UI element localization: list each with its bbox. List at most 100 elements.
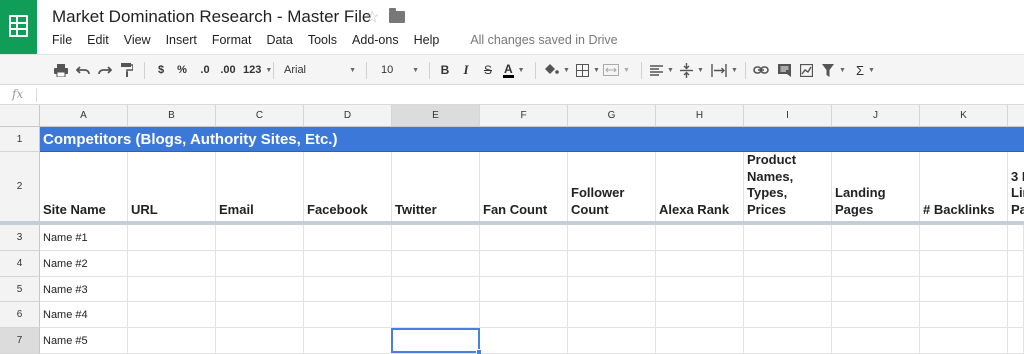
menu-help[interactable]: Help xyxy=(414,33,440,47)
grid-cell[interactable] xyxy=(832,277,920,302)
grid-cell[interactable] xyxy=(216,251,304,277)
grid-cell[interactable] xyxy=(1008,328,1024,354)
header-cell-url[interactable]: URL xyxy=(128,152,216,222)
grid-cell[interactable] xyxy=(128,302,216,328)
column-header-e[interactable]: E xyxy=(392,105,480,127)
grid-cell[interactable] xyxy=(744,302,832,328)
header-cell-facebook[interactable]: Facebook xyxy=(304,152,392,222)
paint-format-icon[interactable] xyxy=(118,59,136,81)
grid-cell[interactable] xyxy=(480,302,568,328)
font-family-dropdown[interactable]: Arial ▼ xyxy=(284,59,356,81)
header-cell-alexa-rank[interactable]: Alexa Rank xyxy=(656,152,744,222)
functions-dropdown[interactable]: Σ ▼ xyxy=(856,59,875,81)
sheets-logo-icon[interactable] xyxy=(0,0,37,54)
grid-cell[interactable] xyxy=(480,328,568,354)
column-header-d[interactable]: D xyxy=(304,105,392,127)
menu-addons[interactable]: Add-ons xyxy=(352,33,399,47)
undo-icon[interactable] xyxy=(74,59,92,81)
column-header-b[interactable]: B xyxy=(128,105,216,127)
filter-icon[interactable] xyxy=(819,59,837,81)
grid-cell[interactable] xyxy=(128,225,216,251)
grid-cell[interactable] xyxy=(1008,302,1024,328)
decrease-decimal-button[interactable]: .0 xyxy=(196,59,214,81)
grid-cell[interactable]: Name #3 xyxy=(40,277,128,302)
insert-comment-icon[interactable] xyxy=(775,59,793,81)
select-all-corner[interactable] xyxy=(0,105,40,127)
currency-format-button[interactable]: $ xyxy=(153,59,169,81)
column-header-h[interactable]: H xyxy=(656,105,744,127)
grid-cell[interactable] xyxy=(216,302,304,328)
column-header-j[interactable]: J xyxy=(832,105,920,127)
document-title[interactable]: Market Domination Research - Master File xyxy=(52,7,371,27)
formula-input[interactable] xyxy=(44,87,1014,103)
bold-button[interactable]: B xyxy=(437,59,453,81)
grid-cell[interactable] xyxy=(392,302,480,328)
grid-cell[interactable] xyxy=(656,251,744,277)
grid-cell[interactable] xyxy=(920,225,1008,251)
grid-cell[interactable] xyxy=(568,328,656,354)
grid-cell[interactable]: Name #1 xyxy=(40,225,128,251)
row-header-2[interactable]: 2 xyxy=(0,152,40,222)
banner-cell[interactable]: Competitors (Blogs, Authority Sites, Etc… xyxy=(40,127,1024,152)
fill-handle[interactable] xyxy=(476,349,482,354)
row-header-3[interactable]: 3 xyxy=(0,225,40,251)
vertical-align-dropdown[interactable]: ▼ xyxy=(680,59,704,81)
fill-color-dropdown[interactable]: ▼ xyxy=(543,59,570,81)
merge-cells-dropdown[interactable]: ▼ xyxy=(603,59,630,81)
grid-cell[interactable] xyxy=(1008,251,1024,277)
column-header-l[interactable] xyxy=(1008,105,1024,127)
grid-cell[interactable] xyxy=(216,225,304,251)
grid-cell[interactable] xyxy=(392,225,480,251)
grid-cell[interactable] xyxy=(1008,225,1024,251)
row-header-6[interactable]: 6 xyxy=(0,302,40,328)
grid-cell[interactable] xyxy=(832,302,920,328)
menu-tools[interactable]: Tools xyxy=(308,33,337,47)
grid-cell[interactable] xyxy=(304,302,392,328)
grid-cell[interactable] xyxy=(920,302,1008,328)
column-header-k[interactable]: K xyxy=(920,105,1008,127)
filter-views-dropdown[interactable]: ▼ xyxy=(839,59,846,81)
grid-cell[interactable] xyxy=(304,328,392,354)
grid-cell[interactable] xyxy=(656,328,744,354)
increase-decimal-button[interactable]: .00 xyxy=(217,59,239,81)
grid-cell[interactable] xyxy=(656,277,744,302)
header-cell-twitter[interactable]: Twitter xyxy=(392,152,480,222)
grid-cell[interactable] xyxy=(480,225,568,251)
header-cell-email[interactable]: Email xyxy=(216,152,304,222)
grid-cell[interactable]: Name #5 xyxy=(40,328,128,354)
menu-insert[interactable]: Insert xyxy=(166,33,197,47)
grid-cell[interactable] xyxy=(128,277,216,302)
grid-cell[interactable] xyxy=(656,302,744,328)
grid-cell[interactable]: Name #4 xyxy=(40,302,128,328)
menu-file[interactable]: File xyxy=(52,33,72,47)
header-cell-fan-count[interactable]: Fan Count xyxy=(480,152,568,222)
grid-cell[interactable] xyxy=(832,251,920,277)
header-cell-follower-count[interactable]: Follower Count xyxy=(568,152,656,222)
grid-cell[interactable] xyxy=(568,277,656,302)
row-header-5[interactable]: 5 xyxy=(0,277,40,302)
italic-button[interactable]: I xyxy=(458,59,474,81)
grid-cell[interactable] xyxy=(392,251,480,277)
row-header-4[interactable]: 4 xyxy=(0,251,40,277)
grid-cell[interactable] xyxy=(744,225,832,251)
grid-cell[interactable] xyxy=(832,225,920,251)
grid-cell[interactable] xyxy=(568,251,656,277)
row-header-1[interactable]: 1 xyxy=(0,127,40,152)
star-icon[interactable]: ☆ xyxy=(365,7,379,27)
header-cell-site-name[interactable]: Site Name xyxy=(40,152,128,222)
menu-edit[interactable]: Edit xyxy=(87,33,109,47)
strikethrough-button[interactable]: S xyxy=(480,59,496,81)
header-cell-landing-pages[interactable]: Landing Pages xyxy=(832,152,920,222)
insert-chart-icon[interactable] xyxy=(797,59,815,81)
print-icon[interactable] xyxy=(52,59,70,81)
grid-cell[interactable] xyxy=(744,328,832,354)
grid-cell[interactable] xyxy=(1008,277,1024,302)
borders-dropdown[interactable]: ▼ xyxy=(576,59,600,81)
active-cell-selection[interactable] xyxy=(391,328,480,353)
grid-cell[interactable] xyxy=(304,277,392,302)
save-status[interactable]: All changes saved in Drive xyxy=(470,33,617,47)
grid-cell[interactable] xyxy=(128,251,216,277)
grid-cell[interactable] xyxy=(656,225,744,251)
grid-cell[interactable] xyxy=(216,277,304,302)
menu-data[interactable]: Data xyxy=(266,33,292,47)
